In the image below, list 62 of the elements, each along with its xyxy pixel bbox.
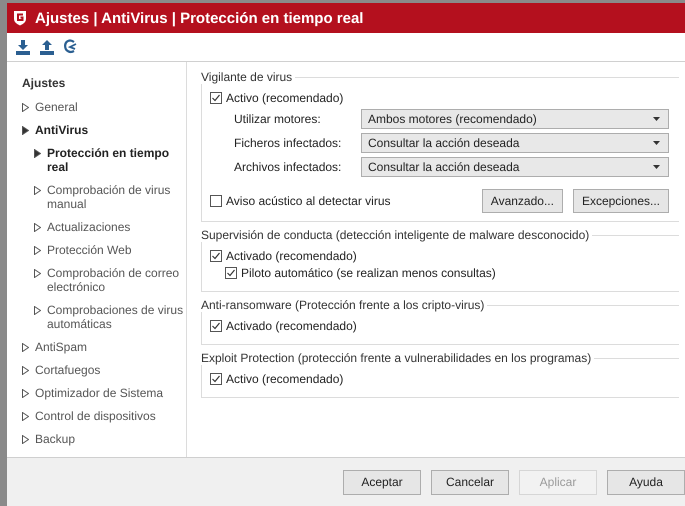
caret-icon xyxy=(653,117,660,121)
group-title: Vigilante de virus xyxy=(201,70,294,84)
tree-item[interactable]: Backup xyxy=(35,432,76,446)
tree-item[interactable]: AntiVirus xyxy=(35,123,88,137)
caret-icon xyxy=(653,141,660,145)
checkbox-label[interactable]: Activado (recomendado) xyxy=(226,319,357,333)
reset-arrow-icon[interactable] xyxy=(63,39,77,55)
dialog-button[interactable]: Excepciones... xyxy=(572,189,669,213)
sidebar-title: Ajustes xyxy=(22,76,66,90)
dropdown[interactable]: Consultar la acción deseada xyxy=(361,133,669,153)
dialog-button[interactable]: Cancelar xyxy=(431,470,509,494)
field-label: Ficheros infectados: xyxy=(234,136,342,150)
checkbox-label[interactable]: Activo (recomendado) xyxy=(226,372,344,386)
tree-item[interactable]: Comprobaciones de virus automáticas xyxy=(47,303,186,331)
collapse-arrow-icon xyxy=(34,269,41,278)
collapse-arrow-icon xyxy=(22,389,29,398)
collapse-arrow-icon xyxy=(34,306,41,315)
shield-logo-icon xyxy=(13,10,27,26)
field-label: Archivos infectados: xyxy=(234,160,342,174)
tree-item[interactable]: General xyxy=(35,100,78,114)
field-label: Utilizar motores: xyxy=(234,112,322,126)
checkbox-label[interactable]: Aviso acústico al detectar virus xyxy=(226,194,391,208)
tree-item[interactable]: Control de dispositivos xyxy=(35,409,156,423)
checkbox[interactable] xyxy=(210,250,222,262)
collapse-arrow-icon xyxy=(22,366,29,375)
tree-item[interactable]: Protección en tiempo real xyxy=(47,146,186,174)
checkbox-label[interactable]: Activado (recomendado) xyxy=(226,249,357,263)
tree-item[interactable]: Comprobación de correo electrónico xyxy=(47,266,186,294)
upload-icon[interactable] xyxy=(39,39,55,55)
tree-item[interactable]: Actualizaciones xyxy=(47,220,130,234)
tree-item[interactable]: Protección Web xyxy=(47,243,132,257)
collapse-arrow-icon xyxy=(22,103,29,112)
tree-item[interactable]: Cortafuegos xyxy=(35,363,100,377)
tree-item[interactable]: Optimizador de Sistema xyxy=(35,386,164,400)
tree-item[interactable]: Comprobación de virus manual xyxy=(47,183,186,211)
group-title: Supervisión de conducta (detección inteligente de malware desconocido) xyxy=(201,228,590,242)
group-title: Exploit Protection (protección frente a vulnerabilidades en los programas) xyxy=(201,351,592,365)
dropdown[interactable]: Consultar la acción deseada xyxy=(361,157,669,177)
collapse-arrow-icon xyxy=(22,343,29,352)
collapse-arrow-icon xyxy=(34,186,41,195)
collapse-arrow-icon xyxy=(22,412,29,421)
checkbox[interactable] xyxy=(225,267,237,279)
checkbox-label[interactable]: Piloto automático (se realizan menos consultas) xyxy=(241,266,496,280)
checkbox[interactable] xyxy=(210,92,222,104)
caret-icon xyxy=(653,165,660,169)
checkbox[interactable] xyxy=(210,320,222,332)
dialog-button[interactable]: Aceptar xyxy=(343,470,421,494)
download-icon[interactable] xyxy=(15,39,31,55)
collapse-arrow-icon xyxy=(34,246,41,255)
checkbox-label[interactable]: Activo (recomendado) xyxy=(226,91,344,105)
dropdown[interactable]: Ambos motores (recomendado) xyxy=(361,109,669,129)
checkbox[interactable] xyxy=(210,373,222,385)
expand-arrow-icon xyxy=(34,149,41,158)
dialog-button[interactable]: Avanzado... xyxy=(482,189,563,213)
window-title: Ajustes | AntiVirus | Protección en tiempo real xyxy=(35,10,364,26)
collapse-arrow-icon xyxy=(34,223,41,232)
checkbox[interactable] xyxy=(210,195,222,207)
tree-item[interactable]: AntiSpam xyxy=(35,340,88,354)
group-title: Anti-ransomware (Protección frente a los cripto-virus) xyxy=(201,298,486,312)
dialog-button[interactable]: Ayuda xyxy=(607,470,685,494)
collapse-arrow-icon xyxy=(22,435,29,444)
expand-arrow-icon xyxy=(22,126,29,135)
